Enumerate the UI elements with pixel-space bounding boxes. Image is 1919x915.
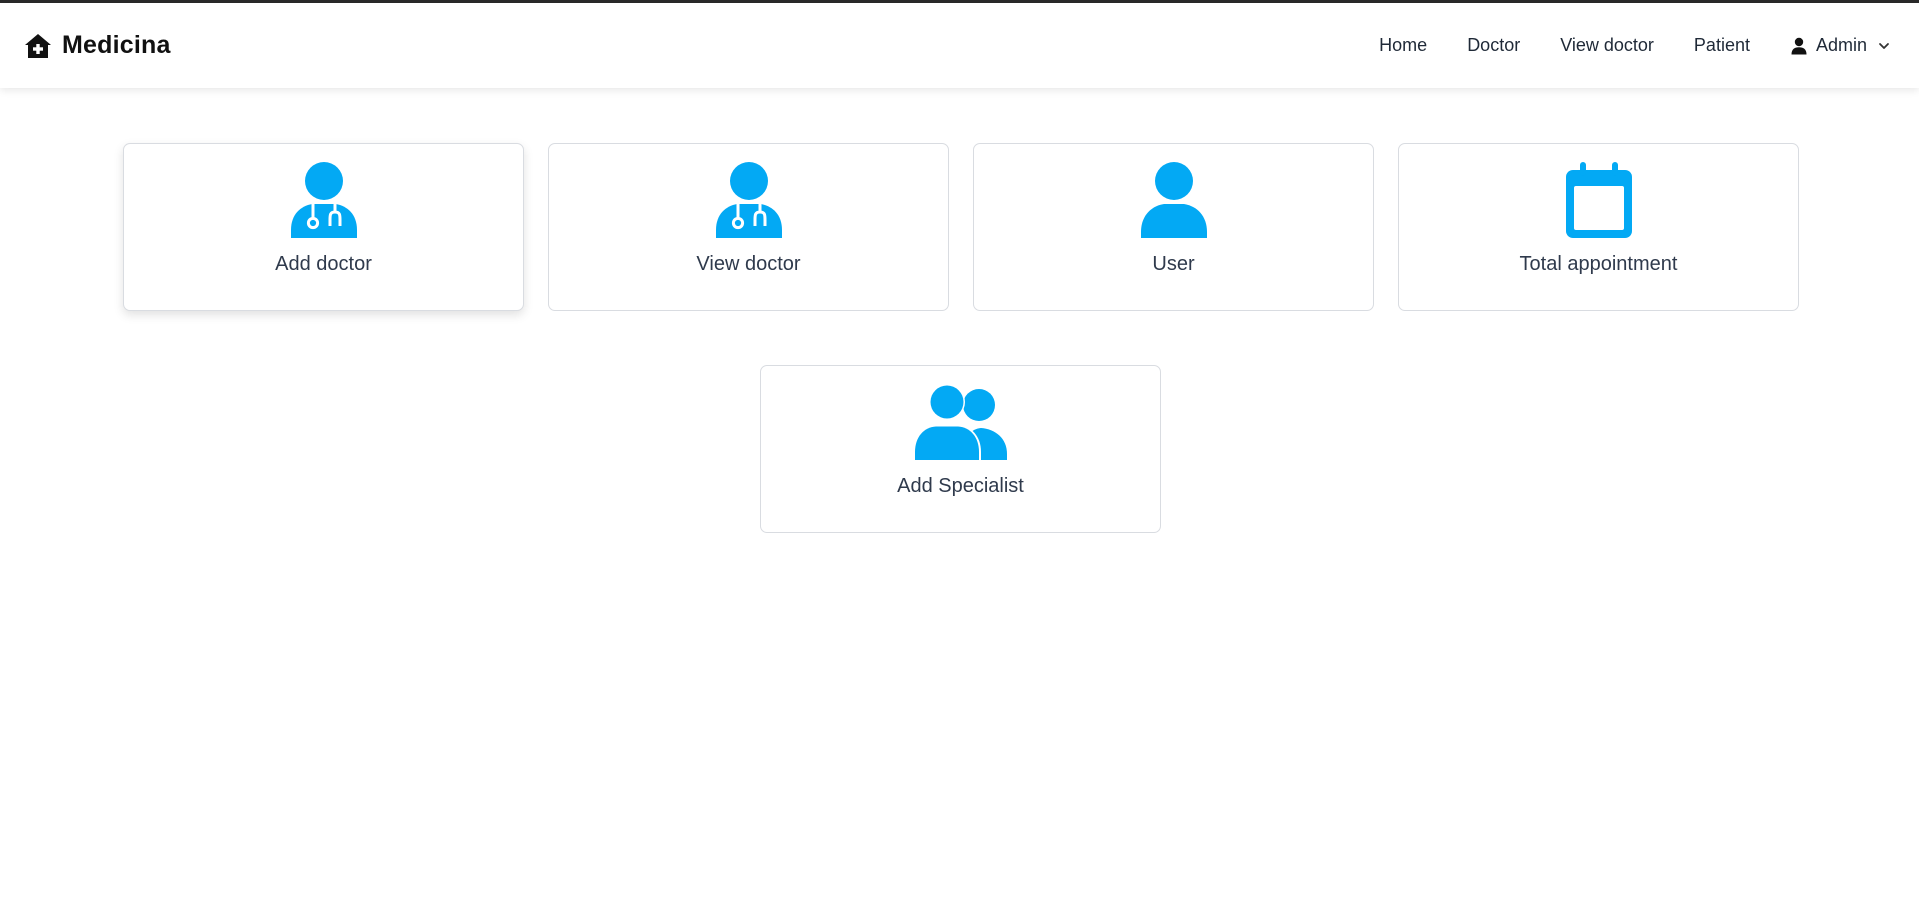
card-label: Total appointment xyxy=(1519,253,1678,275)
nav-item-patient[interactable]: Patient xyxy=(1674,27,1770,64)
card-label: Add doctor xyxy=(275,253,372,275)
users-icon xyxy=(912,384,1007,460)
card-label: Add Specialist xyxy=(897,475,1024,497)
card-user[interactable]: User xyxy=(973,143,1374,311)
nav-item-doctor[interactable]: Doctor xyxy=(1447,27,1540,64)
card-view-doctor[interactable]: View doctor xyxy=(548,143,949,311)
admin-label: Admin xyxy=(1815,35,1867,55)
brand-link[interactable]: Medicina xyxy=(24,31,171,60)
card-label: View doctor xyxy=(696,253,801,275)
admin-dropdown[interactable]: Admin xyxy=(1770,27,1895,64)
brand-name: Medicina xyxy=(62,31,171,59)
card-total-appointment[interactable]: Total appointment xyxy=(1398,143,1799,311)
user-icon xyxy=(1791,37,1807,54)
navbar: Medicina Home Doctor View doctor Patient… xyxy=(0,3,1919,88)
main-nav: Home Doctor View doctor Patient Admin xyxy=(1359,27,1895,64)
user-icon xyxy=(1140,162,1207,238)
chevron-down-icon xyxy=(1879,42,1889,49)
calendar-icon xyxy=(1565,162,1632,238)
card-add-doctor[interactable]: Add doctor xyxy=(123,143,524,311)
house-medical-icon xyxy=(25,33,51,58)
user-doctor-icon xyxy=(715,162,782,238)
card-label: User xyxy=(1152,253,1195,275)
nav-item-view-doctor[interactable]: View doctor xyxy=(1540,27,1674,64)
user-doctor-icon xyxy=(290,162,357,238)
nav-item-home[interactable]: Home xyxy=(1359,27,1447,64)
card-add-specialist[interactable]: Add Specialist xyxy=(760,365,1161,533)
dashboard-cards: Add doctor View doctor User Total appoin… xyxy=(0,0,1919,915)
